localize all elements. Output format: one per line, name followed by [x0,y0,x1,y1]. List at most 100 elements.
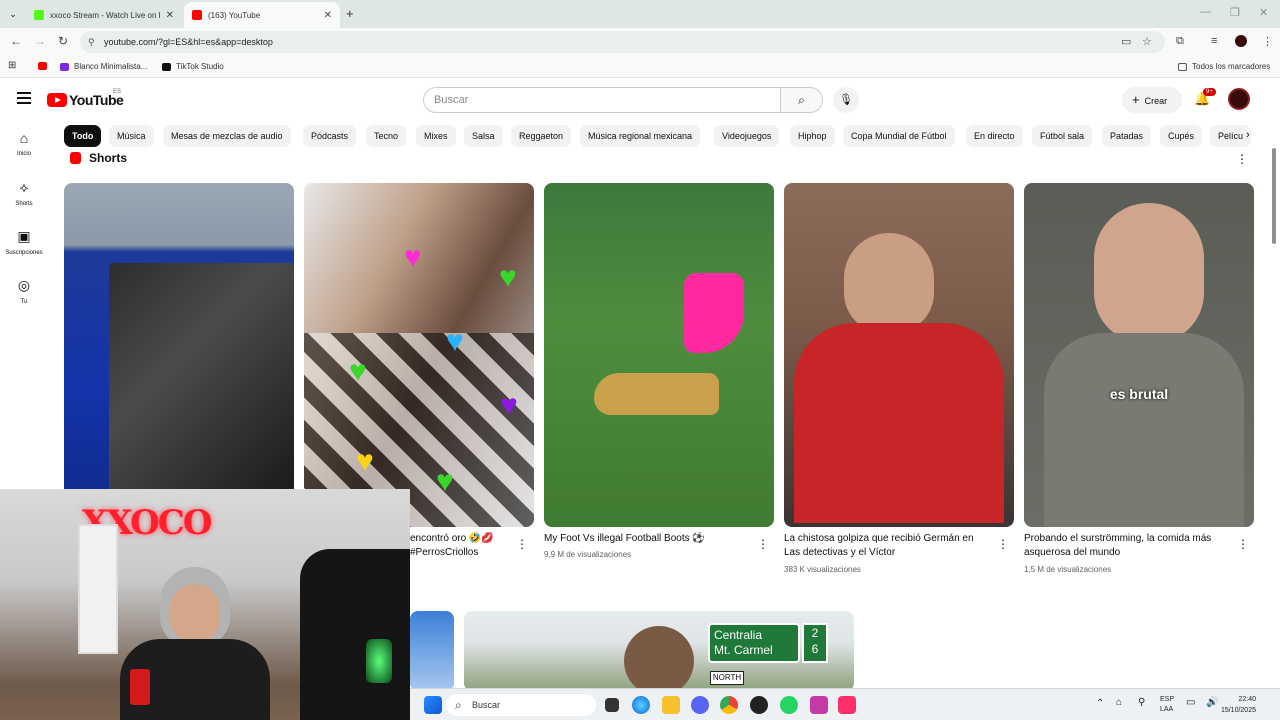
restore-icon[interactable]: ❐ [1230,6,1240,19]
chip[interactable]: En directo [966,125,1023,147]
profile-avatar[interactable] [1235,35,1247,47]
taskbar-search[interactable]: Buscar [446,694,596,716]
search-input[interactable]: Buscar [423,87,781,113]
short-thumbnail[interactable]: ♥ ♥ ♥ ♥ ♥ ♥ ♥ [304,183,534,527]
chevron-right-icon[interactable]: › [1246,129,1250,141]
extensions-icon[interactable]: ⧉ [1176,35,1184,48]
chrome-icon[interactable] [720,696,738,714]
display-icon[interactable]: ▭ [1186,697,1195,708]
browser-tab-youtube[interactable]: (163) YouTube ✕ [184,2,340,28]
guide-menu-icon[interactable] [17,92,31,104]
kick-favicon-icon [34,10,44,20]
search-button[interactable]: ⌕ [781,87,823,113]
chip-todo[interactable]: Todo [64,125,102,147]
youtube-logo[interactable]: YouTube ES [47,89,124,108]
close-window-icon[interactable]: ✕ [1259,6,1268,19]
all-bookmarks[interactable]: Todos los marcadores [1178,62,1270,71]
notifications-button[interactable]: 🔔 9+ [1194,88,1216,107]
section-menu-icon[interactable]: ⋮ [1236,152,1248,166]
short-thumbnail[interactable] [64,183,294,527]
chip[interactable]: Mixes [416,125,456,147]
short-menu-icon[interactable]: ⋮ [1237,537,1249,551]
youtube-favicon-icon [192,10,202,20]
close-tab-icon[interactable]: ✕ [324,10,332,21]
mic-tray-icon[interactable]: ⚲ [1138,697,1145,708]
chip[interactable]: Música [109,125,154,147]
short-thumbnail[interactable] [544,183,774,527]
sidebar-item-inicio[interactable]: ⌂ Inicio [0,130,48,157]
capcut-icon[interactable] [810,696,828,714]
obs-icon[interactable] [750,696,768,714]
back-icon[interactable]: ← [10,34,22,48]
notification-badge: 9+ [1203,88,1216,96]
chip[interactable]: Copa Mundial de Fútbol [843,125,955,147]
file-explorer-icon[interactable] [662,696,680,714]
tab-search-icon[interactable]: ⌄ [6,7,20,21]
windows-start-icon[interactable] [424,696,442,714]
task-view-icon[interactable] [605,698,619,712]
short-thumbnail[interactable] [784,183,1014,527]
heart-icon: ♥ [499,261,517,294]
bookmark-star-icon[interactable]: ☆ [1142,35,1152,48]
short-menu-icon[interactable]: ⋮ [757,537,769,551]
bookmark-tiktok[interactable]: TikTok Studio [162,62,224,71]
short-title[interactable]: My Foot Vs illegal Football Boots ⚽ [544,532,744,546]
chip[interactable]: Pelícu [1210,125,1252,147]
new-tab-button[interactable]: + [346,6,354,21]
whatsapp-icon[interactable] [780,696,798,714]
tiktok-app-icon[interactable] [838,696,856,714]
sidebar-item-shorts[interactable]: ⟡ Shorts [0,179,48,207]
chip[interactable]: Música regional mexicana [580,125,701,147]
address-bar[interactable]: ⚲ youtube.com/?gl=ES&hl=es&app=desktop [80,31,1165,53]
account-avatar[interactable] [1228,88,1250,110]
short-title[interactable]: Probando el surströmming, la comida más … [1024,532,1224,560]
short-thumbnail[interactable]: es brutal [1024,183,1254,527]
video-thumbnail[interactable] [410,611,454,691]
voice-search-button[interactable]: 🎙 [833,87,859,113]
forward-icon[interactable]: → [34,34,46,48]
sidebar-item-you[interactable]: ◎ Tú [0,277,48,305]
chip[interactable]: Reggaeton [511,125,572,147]
chip[interactable]: Mesas de mezclas de audio [163,125,291,147]
minimize-icon[interactable]: — [1200,6,1211,18]
clock[interactable]: 22:40 15/10/2025 [1216,694,1256,716]
browser-toolbar: ← → ↻ ⚲ youtube.com/?gl=ES&hl=es&app=des… [0,28,1280,56]
short-title[interactable]: La chistosa golpiza que recibió Germán e… [784,532,984,560]
discord-icon[interactable] [691,696,709,714]
page-scrollbar[interactable] [1272,148,1276,244]
bookmark-youtube[interactable] [38,62,52,70]
shelf [78,524,118,654]
menu-icon[interactable]: ⋮ [1262,35,1273,48]
short-title[interactable]: encontró oro 🤣💋 #PerrosCriollos [410,532,505,560]
chip[interactable]: Cupés [1160,125,1203,147]
media-icon[interactable]: ≡ [1211,35,1217,47]
chip[interactable]: Patadas [1102,125,1152,147]
site-info-icon[interactable]: ⚲ [88,31,95,53]
short-menu-icon[interactable]: ⋮ [997,537,1009,551]
category-chips: Todo Música Mesas de mezclas de audio Pó… [60,125,1260,147]
browser-tab-kick[interactable]: xxoco Stream - Watch Live on K ✕ [26,2,182,28]
short-menu-icon[interactable]: ⋮ [516,537,528,551]
chip[interactable]: Fútbol sala [1032,125,1093,147]
reload-icon[interactable]: ↻ [58,34,68,48]
video-thumbnail[interactable]: Centralia Mt. Carmel 2 6 NORTH [464,611,854,691]
face-shape [1094,203,1204,343]
create-button[interactable]: + Crear [1122,87,1182,113]
sidebar-item-subscriptions[interactable]: ▣ Suscripciones [0,228,48,256]
cast-icon[interactable]: ▭ [1121,35,1131,48]
edge-icon[interactable] [632,696,650,714]
chip[interactable]: Tecno [366,125,407,147]
chip[interactable]: Pódcasts [303,125,357,147]
chip[interactable]: Hiphop [790,125,835,147]
apps-icon[interactable]: ⊞ [8,60,16,71]
close-tab-icon[interactable]: ✕ [166,10,174,21]
tray-overflow-icon[interactable]: ⌃ [1096,698,1104,709]
bookmark-canva[interactable]: Blanco Minimalista... [60,62,147,71]
language-indicator[interactable]: ESP LAA [1160,695,1174,715]
face-shape [170,584,220,644]
chip[interactable]: Videojuegos [714,125,780,147]
short-views: 383 K visualizaciones [784,565,861,574]
network-icon[interactable]: ⌂ [1116,697,1122,708]
sidebar-label: Suscripciones [5,250,43,256]
chip[interactable]: Salsa [464,125,503,147]
